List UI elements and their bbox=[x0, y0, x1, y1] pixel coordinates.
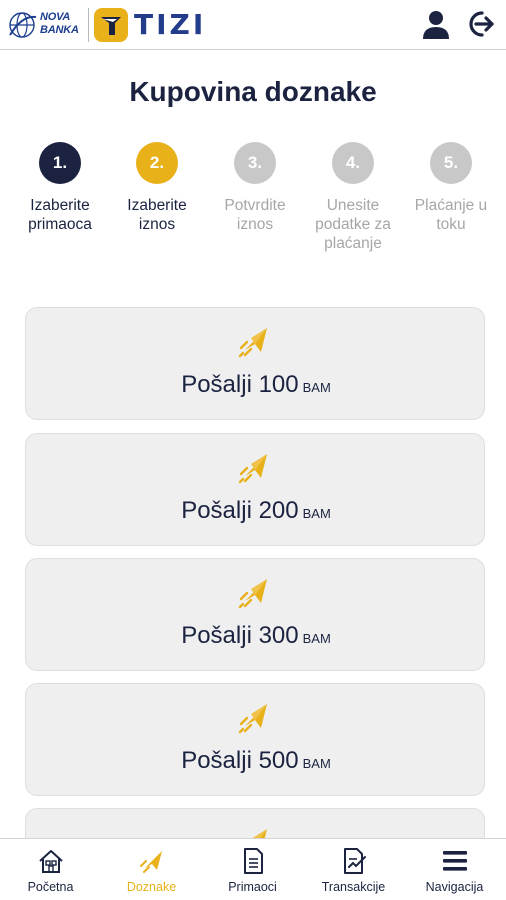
nova-text-line2: BANKA bbox=[40, 24, 79, 36]
amount-label: Pošalji 100 BAM bbox=[26, 371, 485, 399]
paper-plane-icon bbox=[238, 579, 267, 609]
step-number: 3. bbox=[234, 142, 276, 184]
amount-card-partial[interactable] bbox=[25, 808, 485, 838]
paper-plane-icon bbox=[238, 454, 267, 484]
step-label: Izaberite primaoca bbox=[28, 197, 92, 233]
nova-banka-logo: NOVA BANKA bbox=[8, 9, 88, 41]
nav-item-doznake[interactable]: Doznake bbox=[101, 839, 202, 900]
paper-plane-icon bbox=[139, 851, 162, 873]
amount-value: 200 bbox=[258, 497, 299, 524]
amount-list: Pošalji 100 BAM Pošalji 200 BAM Pošalji 30… bbox=[25, 307, 485, 838]
currency: BAM bbox=[302, 380, 331, 395]
step-label: Unesite podatke za plaćanje bbox=[315, 197, 391, 252]
nav-item-navigacija[interactable]: Navigacija bbox=[404, 839, 505, 900]
send-prefix: Pošalji bbox=[181, 371, 252, 398]
amount-value: 500 bbox=[258, 747, 299, 774]
currency: BAM bbox=[302, 756, 331, 771]
currency: BAM bbox=[302, 631, 331, 646]
bottom-navigation: Početna Doznake Primaoci Transakcije Nav… bbox=[0, 838, 506, 900]
step-1: 1. Izaberite primaoca bbox=[15, 142, 105, 234]
amount-value: 100 bbox=[258, 371, 299, 398]
tizi-logo-icon bbox=[94, 8, 128, 42]
amount-label: Pošalji 200 BAM bbox=[26, 497, 485, 525]
step-number: 4. bbox=[332, 142, 374, 184]
send-prefix: Pošalji bbox=[181, 497, 252, 524]
step-label: Plaćanje u toku bbox=[414, 197, 488, 233]
amount-value: 300 bbox=[258, 622, 299, 649]
send-prefix: Pošalji bbox=[181, 747, 252, 774]
step-5: 5. Plaćanje u toku bbox=[406, 142, 496, 234]
nav-label: Transakcije bbox=[321, 880, 386, 894]
paper-plane-icon bbox=[252, 829, 267, 838]
amount-card-100[interactable]: Pošalji 100 BAM bbox=[25, 307, 485, 420]
step-2: 2. Izaberite iznos bbox=[112, 142, 202, 234]
paper-plane-icon bbox=[238, 704, 267, 734]
paper-plane-icon bbox=[238, 328, 267, 358]
step-3: 3. Potvrdite iznos bbox=[210, 142, 300, 234]
step-label: Potvrdite iznos bbox=[224, 197, 286, 233]
amount-label: Pošalji 500 BAM bbox=[26, 747, 485, 775]
amount-card-200[interactable]: Pošalji 200 BAM bbox=[25, 433, 485, 546]
nav-item-primaoci[interactable]: Primaoci bbox=[202, 839, 303, 900]
step-number: 1. bbox=[39, 142, 81, 184]
user-icon[interactable] bbox=[420, 8, 452, 40]
nav-label: Navigacija bbox=[425, 880, 484, 894]
home-icon bbox=[38, 850, 63, 873]
step-number: 5. bbox=[430, 142, 472, 184]
document-icon bbox=[243, 848, 263, 874]
nav-item-pocetna[interactable]: Početna bbox=[0, 839, 101, 900]
amount-label: Pošalji 300 BAM bbox=[26, 622, 485, 650]
step-4: 4. Unesite podatke za plaćanje bbox=[308, 142, 398, 253]
nav-item-transakcije[interactable]: Transakcije bbox=[303, 839, 404, 900]
page-title: Kupovina doznake bbox=[129, 76, 377, 107]
logo-divider bbox=[88, 8, 89, 42]
nav-label: Primaoci bbox=[228, 880, 277, 894]
menu-icon bbox=[442, 851, 467, 871]
currency: BAM bbox=[302, 506, 331, 521]
nav-label: Početna bbox=[27, 880, 74, 894]
amount-card-500[interactable]: Pošalji 500 BAM bbox=[25, 683, 485, 796]
globe-icon bbox=[9, 12, 37, 38]
logout-icon[interactable] bbox=[464, 8, 496, 40]
step-label: Izaberite iznos bbox=[127, 197, 187, 233]
nav-label: Doznake bbox=[126, 880, 177, 894]
nova-text-line1: NOVA bbox=[40, 11, 71, 23]
app-name: TIZI bbox=[134, 8, 207, 41]
amount-card-300[interactable]: Pošalji 300 BAM bbox=[25, 558, 485, 671]
send-prefix: Pošalji bbox=[181, 622, 252, 649]
step-number: 2. bbox=[136, 142, 178, 184]
transactions-icon bbox=[343, 848, 366, 874]
app-header: NOVA BANKA TIZI bbox=[0, 0, 506, 50]
